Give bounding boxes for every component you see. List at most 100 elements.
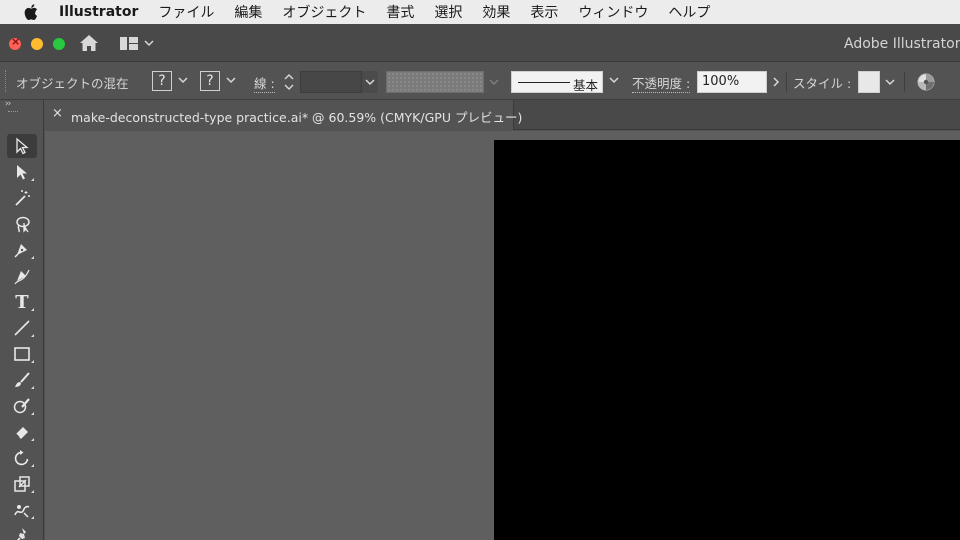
tool-flyout-indicator <box>31 386 34 389</box>
brush-stroke-preview <box>518 82 570 83</box>
shaper-tool[interactable] <box>7 394 37 418</box>
collapse-panel-icon[interactable]: ›› <box>5 99 11 109</box>
direct-selection-arrow-icon <box>17 165 27 180</box>
tool-flyout-indicator <box>31 438 34 441</box>
chevron-down-icon <box>144 40 154 47</box>
paintbrush-tool[interactable] <box>7 368 37 392</box>
workspace-layout-icon <box>120 36 138 50</box>
menu-select[interactable]: 選択 <box>434 2 462 22</box>
menu-view[interactable]: 表示 <box>530 2 558 22</box>
menu-edit[interactable]: 編集 <box>234 2 262 22</box>
chevron-down-icon <box>885 79 895 86</box>
lasso-tool[interactable] <box>7 212 37 236</box>
pen-nib-icon <box>14 244 27 258</box>
window-maximize-button[interactable] <box>53 38 65 50</box>
eraser-icon <box>15 427 28 439</box>
tool-flyout-indicator <box>31 490 34 493</box>
tool-flyout-indicator <box>31 464 34 467</box>
stroke-swatch-button[interactable]: ? <box>200 71 220 91</box>
selection-tool[interactable] <box>7 134 37 158</box>
rotate-icon <box>14 450 29 466</box>
control-bar-grip[interactable] <box>5 70 7 92</box>
workspace-switcher-button[interactable] <box>120 35 160 51</box>
home-icon[interactable] <box>79 33 99 53</box>
menu-bar: Illustrator ファイル 編集 オブジェクト 書式 選択 効果 表示 ウ… <box>0 0 960 24</box>
document-tab[interactable]: × make-deconstructed-type practice.ai* @… <box>44 100 522 130</box>
title-bar: Adobe Illustrator 2 <box>0 24 960 62</box>
tool-flyout-indicator <box>31 256 34 259</box>
opacity-label[interactable]: 不透明度 : <box>632 73 691 93</box>
eraser-tool[interactable] <box>7 420 37 444</box>
tool-flyout-indicator <box>31 412 34 415</box>
illustrator-window: Illustrator ファイル 編集 オブジェクト 書式 選択 効果 表示 ウ… <box>0 0 960 540</box>
mixed-objects-label: オブジェクトの混在 <box>16 76 129 91</box>
menu-effect[interactable]: 効果 <box>482 2 510 22</box>
fill-chevron-down-icon[interactable] <box>178 75 188 85</box>
window-close-button[interactable] <box>9 35 21 50</box>
curvature-pen-icon <box>14 269 30 285</box>
curvature-tool[interactable] <box>7 264 37 288</box>
tool-flyout-indicator <box>31 308 34 311</box>
menu-window[interactable]: ウィンドウ <box>578 2 648 22</box>
line-segment-icon <box>14 320 30 336</box>
pin-tool[interactable] <box>7 524 37 540</box>
graphic-style-dropdown[interactable] <box>882 71 898 93</box>
apple-logo-icon[interactable] <box>20 4 42 20</box>
tools-panel-grip[interactable] <box>8 111 18 113</box>
pen-tool[interactable] <box>7 238 37 262</box>
chevron-down-icon <box>489 79 499 86</box>
stroke-weight-stepper[interactable] <box>282 71 296 93</box>
separator <box>786 72 787 92</box>
puppet-warp-icon <box>14 505 30 518</box>
lasso-icon <box>16 216 30 233</box>
separator <box>904 72 905 92</box>
paintbrush-icon <box>15 372 30 387</box>
type-t-icon: T <box>15 291 29 313</box>
fill-swatch-button[interactable]: ? <box>152 71 172 91</box>
brush-chevron-down-icon[interactable] <box>609 75 619 85</box>
tool-flyout-indicator <box>31 360 34 363</box>
brush-name: 基本 <box>573 78 599 93</box>
line-segment-tool[interactable] <box>7 316 37 340</box>
close-document-icon[interactable]: × <box>52 106 63 121</box>
shaper-icon <box>13 398 30 414</box>
opacity-chevron-right-icon[interactable] <box>769 71 783 93</box>
tool-flyout-indicator <box>31 334 34 337</box>
rectangle-tool[interactable] <box>7 342 37 366</box>
magic-wand-tool[interactable] <box>7 186 37 210</box>
stroke-weight-input[interactable] <box>300 71 362 93</box>
puppet-warp-tool[interactable] <box>7 498 37 522</box>
scale-tool[interactable] <box>7 472 37 496</box>
opacity-input[interactable]: 100% <box>697 71 767 93</box>
menu-file[interactable]: ファイル <box>158 2 214 22</box>
menu-help[interactable]: ヘルプ <box>668 2 710 22</box>
type-tool[interactable]: T <box>7 290 37 314</box>
rectangle-icon <box>14 347 30 361</box>
brush-definition-select[interactable]: 基本 <box>511 71 603 93</box>
menu-object[interactable]: オブジェクト <box>282 2 366 22</box>
variable-width-dropdown[interactable] <box>486 71 502 93</box>
artboard[interactable] <box>494 140 960 540</box>
document-tab-title: make-deconstructed-type practice.ai* @ 6… <box>71 110 523 125</box>
menu-app-name[interactable]: Illustrator <box>59 4 138 20</box>
style-label: スタイル : <box>793 76 852 91</box>
chevron-down-icon <box>365 79 375 86</box>
graphic-style-swatch[interactable] <box>858 71 880 93</box>
direct-selection-tool[interactable] <box>7 160 37 184</box>
document-tab-bar: × make-deconstructed-type practice.ai* @… <box>44 100 960 130</box>
selection-arrow-icon <box>16 137 29 155</box>
rotate-tool[interactable] <box>7 446 37 470</box>
variable-width-profile[interactable] <box>386 71 484 93</box>
app-title: Adobe Illustrator 2 <box>844 36 960 52</box>
stroke-chevron-down-icon[interactable] <box>226 75 236 85</box>
window-minimize-button[interactable] <box>31 38 43 50</box>
canvas-area[interactable] <box>45 131 960 540</box>
tools-panel: ›› T <box>0 99 44 540</box>
menu-type[interactable]: 書式 <box>386 2 414 22</box>
recolor-artwork-icon[interactable] <box>916 72 936 92</box>
control-bar: オブジェクトの混在 ? ? 線 : 基本 不透明度 : 100% スタイル : <box>0 62 960 100</box>
stroke-weight-dropdown[interactable] <box>362 71 378 93</box>
magic-wand-icon <box>15 190 30 206</box>
tools-panel-header: ›› <box>0 99 44 114</box>
stroke-weight-label[interactable]: 線 : <box>254 73 275 93</box>
